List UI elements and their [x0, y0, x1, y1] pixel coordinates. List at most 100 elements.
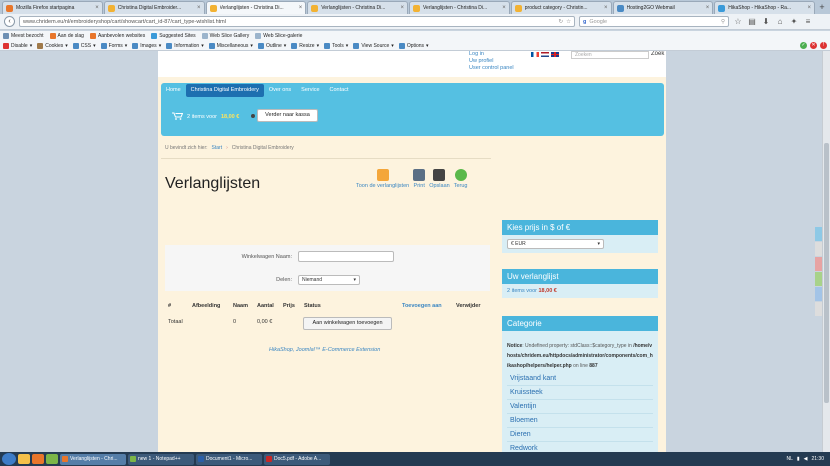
devtool-menu[interactable]: Options ▾ [398, 42, 429, 49]
devtool-menu[interactable]: View Source ▾ [353, 42, 394, 49]
check-icon[interactable]: ✓ [800, 42, 807, 49]
flag-uk-icon[interactable] [551, 52, 559, 57]
menu-item[interactable]: Home [161, 84, 186, 97]
add-to-cart-button[interactable]: Aan winkelwagen toevoegen [303, 317, 392, 330]
taskbar-item[interactable]: Doc5.pdf - Adobe A... [264, 453, 330, 465]
devtool-menu[interactable]: Outline ▾ [257, 42, 286, 49]
share-select[interactable]: Niemand ▾ [298, 275, 360, 285]
close-icon[interactable]: × [95, 5, 99, 11]
col-add-to[interactable]: Toevoegen aan [402, 303, 442, 309]
devtool-menu[interactable]: Images ▾ [132, 42, 161, 49]
volume-icon[interactable]: ◀ [804, 456, 808, 462]
bookmark-item[interactable]: Aan de slag [49, 33, 84, 39]
site-search-input[interactable]: Zoeken [571, 51, 649, 59]
menu-item[interactable]: Christina Digital Embroidery [185, 84, 264, 97]
cart-name-input[interactable] [298, 251, 394, 262]
side-tab[interactable] [815, 302, 822, 316]
print-button[interactable]: Print [413, 169, 426, 189]
browser-tab[interactable]: Verlanglijsten - Christina Di... × [307, 1, 408, 14]
page-scrollbar[interactable] [822, 51, 830, 452]
start-button[interactable] [2, 453, 16, 465]
clock[interactable]: 21:30 [811, 456, 824, 462]
error-icon[interactable]: ✕ [810, 42, 817, 49]
side-tab[interactable] [815, 272, 822, 286]
hikashop-footer-link[interactable]: HikaShop, Joomla!™ E-Commerce Extension [269, 347, 380, 353]
close-icon[interactable]: × [299, 5, 303, 11]
side-tab[interactable] [815, 227, 822, 241]
menu-item[interactable]: Over ons [264, 84, 296, 97]
addon-icon[interactable]: ✦ [789, 17, 799, 27]
browser-tab[interactable]: HikaShop - HikaShop - Ra... × [714, 1, 815, 14]
warning-icon[interactable]: ! [820, 42, 827, 49]
address-bar[interactable]: www.chridem.eu/nl/embroideryshop/cart/sh… [19, 16, 575, 27]
site-search-button[interactable]: Zoek [651, 51, 664, 57]
close-icon[interactable]: × [807, 5, 811, 11]
category-link[interactable]: Vrijstaand kant [507, 372, 653, 386]
category-link[interactable]: Kruissteek [507, 386, 653, 400]
back-icon[interactable]: ‹ [4, 16, 15, 27]
close-icon[interactable]: × [502, 5, 506, 11]
back-button[interactable]: Terug [454, 169, 467, 189]
network-icon[interactable]: ▮ [797, 456, 800, 462]
category-link[interactable]: Dieren [507, 428, 653, 442]
clipboard-icon[interactable]: ▤ [747, 17, 757, 27]
close-icon[interactable]: × [400, 5, 404, 11]
side-tab[interactable] [815, 257, 822, 271]
language-indicator[interactable]: NL [786, 456, 792, 462]
save-button[interactable]: Opslaan [429, 169, 450, 189]
firefox-icon[interactable] [32, 454, 44, 464]
devtool-menu[interactable]: Miscellaneous ▾ [208, 42, 253, 49]
download-icon[interactable]: ⬇ [761, 17, 771, 27]
browser-tab[interactable]: Verlanglijsten - Christina Di... × [205, 1, 307, 14]
cart-icon[interactable] [172, 112, 184, 122]
bookmark-item[interactable]: Meest bezocht [3, 33, 44, 39]
side-tab[interactable] [815, 242, 822, 256]
reload-icon[interactable]: ↻ [558, 19, 563, 25]
side-tab[interactable] [815, 287, 822, 301]
category-link[interactable]: Bloemen [507, 414, 653, 428]
user-control-panel-link[interactable]: User control panel [469, 65, 514, 71]
devtool-menu[interactable]: Cookies ▾ [37, 42, 68, 49]
bookmark-item[interactable]: Web Slice-galerie [255, 33, 302, 39]
bookmark-item[interactable]: Aanbevolen websites [89, 33, 145, 39]
taskbar-item[interactable]: Verlanglijsten - Chri... [60, 453, 126, 465]
devtool-menu[interactable]: CSS ▾ [72, 42, 96, 49]
flag-nl-icon[interactable] [541, 52, 549, 57]
taskbar-item[interactable]: new 1 - Notepad++ [128, 453, 194, 465]
checkout-button[interactable]: Verder naar kassa [257, 109, 318, 122]
wishlist-link[interactable]: 2 items voor 18,00 € [507, 288, 557, 294]
browser-tab[interactable]: Hosting2GO Webmail × [612, 1, 714, 14]
browser-tab[interactable]: product category - Christin... × [510, 1, 612, 14]
taskbar-item[interactable]: Document1 - Micro... [196, 453, 262, 465]
category-link[interactable]: Redwork [507, 442, 653, 452]
search-icon[interactable]: ⚲ [721, 19, 725, 25]
browser-tab[interactable]: Verlanglijsten - Christina Di... × [409, 1, 510, 14]
home-icon[interactable]: ⌂ [775, 17, 785, 27]
devtool-menu[interactable]: Resize ▾ [291, 42, 319, 49]
scrollbar-thumb[interactable] [824, 143, 829, 403]
new-tab-button[interactable]: + [816, 1, 828, 13]
menu-icon[interactable]: ≡ [803, 17, 813, 27]
close-icon[interactable]: × [604, 5, 608, 11]
devtool-menu[interactable]: Tools ▾ [324, 42, 348, 49]
login-link[interactable]: Log in [469, 51, 514, 57]
devtool-menu[interactable]: Disable ▾ [3, 42, 32, 49]
browser-tab[interactable]: Christina Digital Embroider... × [103, 1, 205, 14]
currency-select[interactable]: € EUR ▾ [507, 239, 604, 249]
profile-link[interactable]: Uw profiel [469, 58, 514, 64]
star-icon[interactable]: ☆ [566, 19, 571, 25]
explorer-icon[interactable] [18, 454, 30, 464]
close-icon[interactable]: × [197, 5, 201, 11]
close-icon[interactable]: × [706, 5, 710, 11]
flag-fr-icon[interactable] [531, 52, 539, 57]
search-bar[interactable]: g Google ⚲ [579, 16, 729, 27]
menu-item[interactable]: Service [296, 84, 324, 97]
menu-item[interactable]: Contact [325, 84, 354, 97]
category-link[interactable]: Valentijn [507, 400, 653, 414]
breadcrumb-start[interactable]: Start [212, 145, 223, 151]
devtool-menu[interactable]: Forms ▾ [100, 42, 127, 49]
star-icon[interactable]: ☆ [733, 17, 743, 27]
bookmark-item[interactable]: Suggested Sites [151, 33, 196, 39]
browser-tab[interactable]: Mozilla Firefox startpagina × [2, 1, 103, 14]
bookmark-item[interactable]: Web Slice Gallery [201, 33, 249, 39]
